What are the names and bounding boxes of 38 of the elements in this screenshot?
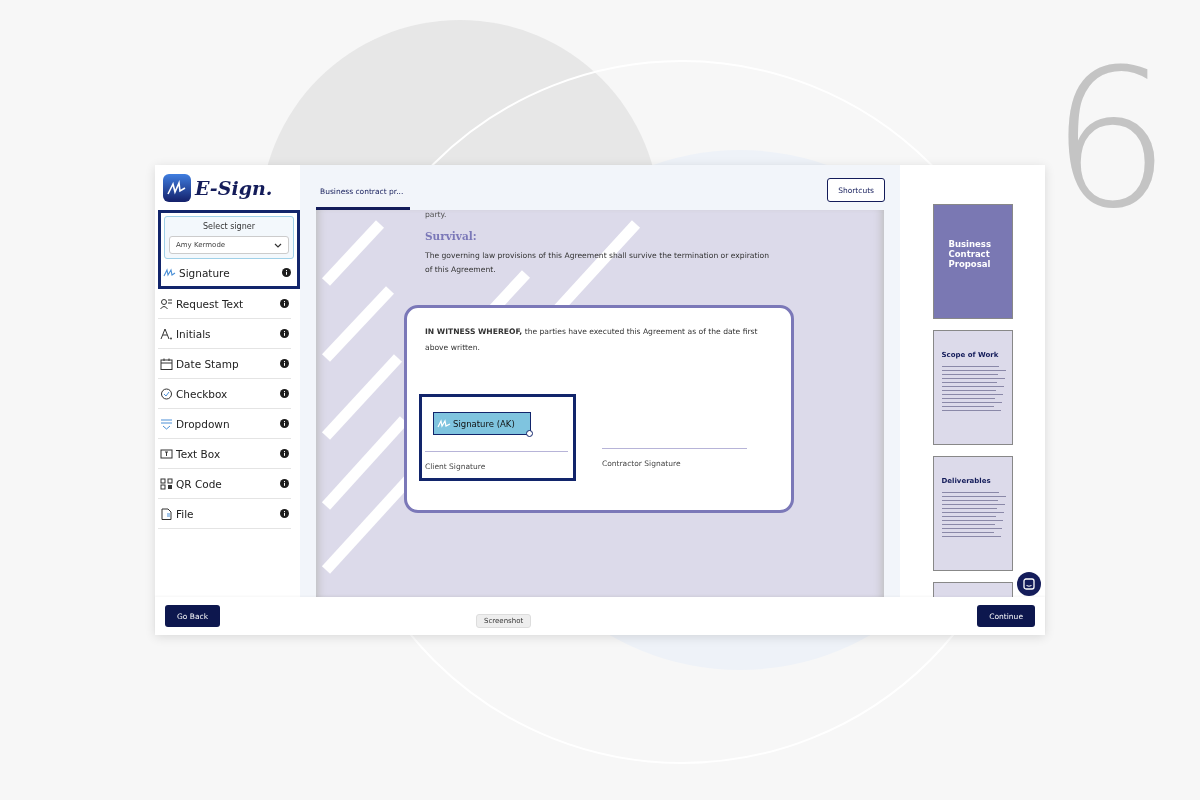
request-text-icon xyxy=(160,297,173,310)
logo-icon xyxy=(163,173,191,202)
textbox-icon xyxy=(160,447,173,460)
field-item[interactable]: Dropdown xyxy=(158,409,291,439)
logo-text: E-Sign. xyxy=(195,176,273,199)
info-icon[interactable] xyxy=(280,449,289,458)
qr-icon xyxy=(160,477,173,490)
info-icon[interactable] xyxy=(280,509,289,518)
info-icon[interactable] xyxy=(280,479,289,488)
field-item[interactable]: Request Text xyxy=(158,289,291,319)
page-thumbnail[interactable]: Business Contract Proposal xyxy=(932,204,1013,319)
field-item[interactable]: File xyxy=(158,499,291,529)
signature-field[interactable]: Signature (AK) xyxy=(433,412,531,435)
chat-button[interactable] xyxy=(1017,572,1041,596)
signature-icon xyxy=(437,418,451,429)
info-icon[interactable] xyxy=(280,389,289,398)
field-item[interactable]: QR Code xyxy=(158,469,291,499)
file-icon xyxy=(160,507,173,520)
date-icon xyxy=(160,357,173,370)
info-icon[interactable] xyxy=(280,299,289,308)
checkbox-icon xyxy=(160,387,173,400)
info-icon[interactable] xyxy=(280,359,289,368)
field-item[interactable]: Date Stamp xyxy=(158,349,291,379)
info-icon[interactable] xyxy=(280,329,289,338)
thumbnail-title: Business Contract Proposal xyxy=(948,239,992,269)
field-item[interactable]: Initials xyxy=(158,319,291,349)
dropdown-icon xyxy=(160,417,173,430)
field-item[interactable]: Text Box xyxy=(158,439,291,469)
info-icon[interactable] xyxy=(280,419,289,428)
field-item[interactable]: Checkbox xyxy=(158,379,291,409)
info-icon[interactable] xyxy=(282,268,291,277)
section-heading: Survival: xyxy=(425,230,478,242)
initials-icon xyxy=(160,327,173,340)
chat-icon xyxy=(1023,578,1035,590)
resize-handle[interactable] xyxy=(526,430,533,437)
chevron-icon xyxy=(274,242,282,248)
signer-label: Select signer xyxy=(203,222,255,231)
signature-icon xyxy=(163,266,176,279)
